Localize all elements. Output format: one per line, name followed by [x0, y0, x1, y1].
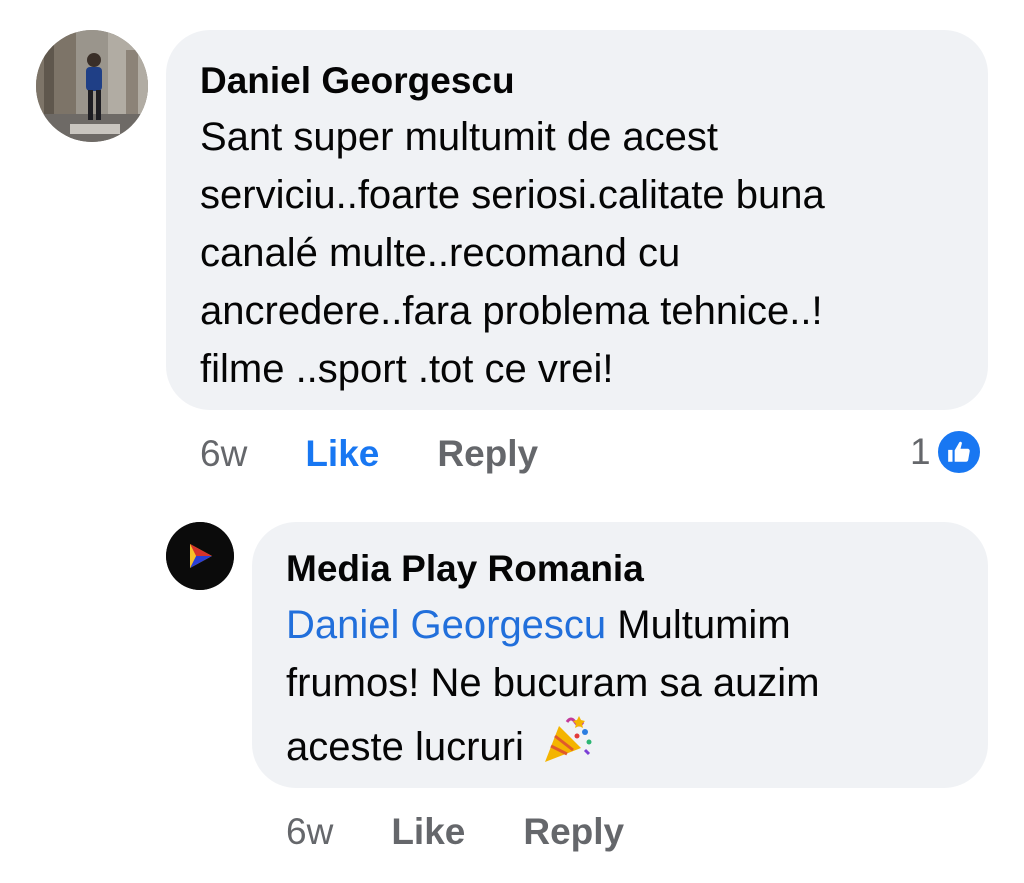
- reply-text-line: Daniel Georgescu Multumim: [286, 596, 954, 654]
- comment-bubble: Daniel Georgescu Sant super multumit de …: [166, 30, 988, 410]
- comment-timestamp[interactable]: 6w: [200, 433, 247, 475]
- reaction-summary[interactable]: 1: [910, 426, 983, 478]
- like-button[interactable]: Like: [305, 433, 379, 475]
- commenter-avatar[interactable]: [36, 30, 148, 142]
- reply-text: Daniel Georgescu Multumim frumos! Ne buc…: [286, 596, 954, 776]
- mention-link[interactable]: Daniel Georgescu: [286, 603, 606, 647]
- reply-actions: 6w Like Reply: [286, 808, 624, 856]
- comment-text-line: canalé multe..recomand cu: [200, 231, 681, 275]
- like-button[interactable]: Like: [391, 811, 465, 853]
- reply-text-line: frumos! Ne bucuram sa auzim: [286, 661, 820, 705]
- comment-text-line: Sant super multumit de acest: [200, 115, 719, 159]
- reply-text-segment: Multumim: [606, 603, 791, 647]
- thumbs-up-icon: [934, 428, 983, 476]
- reply-text-line: aceste lucruri: [286, 712, 954, 776]
- reply-author[interactable]: Media Play Romania: [286, 546, 954, 592]
- comment-actions: 6w Like Reply: [200, 430, 538, 478]
- media-play-logo: [166, 522, 234, 590]
- reply-timestamp[interactable]: 6w: [286, 811, 333, 853]
- reply-button[interactable]: Reply: [523, 811, 624, 853]
- reaction-count: 1: [910, 431, 931, 472]
- profile-photo: [36, 30, 148, 142]
- page-avatar[interactable]: [166, 522, 234, 590]
- comment-text-line: serviciu..foarte seriosi.calitate buna: [200, 173, 825, 217]
- comment-author[interactable]: Daniel Georgescu: [200, 58, 954, 104]
- reply-text-segment: aceste lucruri: [286, 725, 535, 769]
- party-popper-icon: [544, 716, 592, 762]
- reply-button[interactable]: Reply: [437, 433, 538, 475]
- comment-text-line: ancredere..fara problema tehnice..!: [200, 289, 823, 333]
- reply-bubble: Media Play Romania Daniel Georgescu Mult…: [252, 522, 988, 788]
- comment-text: Sant super multumit de acest serviciu..f…: [200, 108, 954, 398]
- comment-text-line: filme ..sport .tot ce vrei!: [200, 347, 614, 391]
